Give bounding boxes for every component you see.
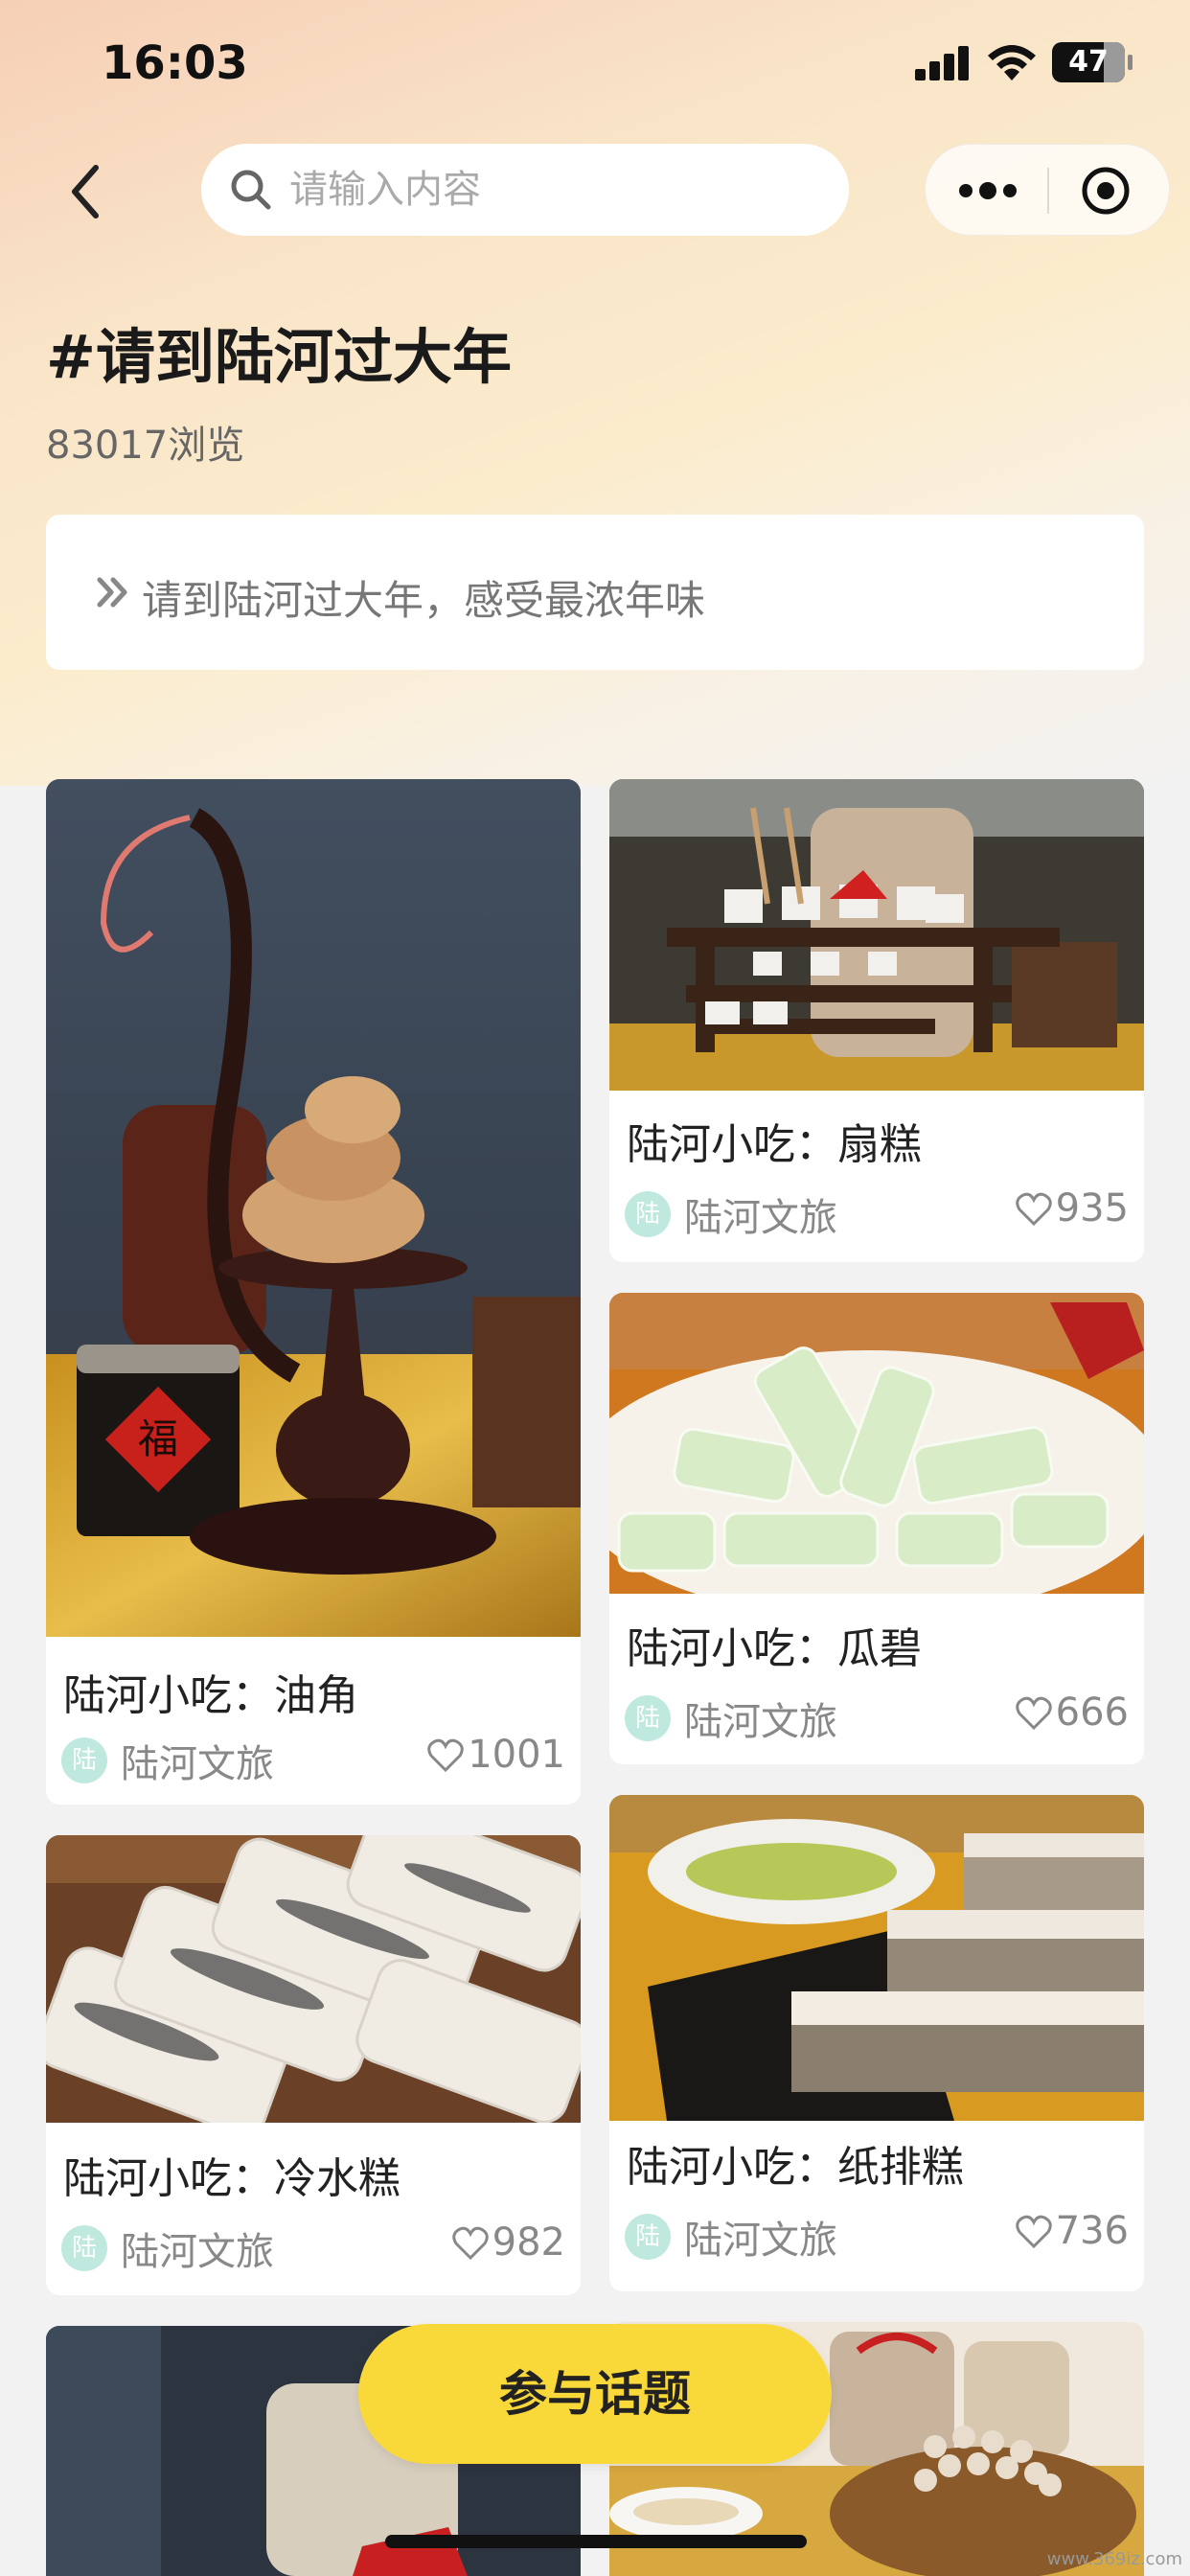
post-card[interactable]: 陆河小吃：纸排糕 陆 陆河文旅 736 <box>609 1795 1144 2291</box>
battery-level: 47 <box>1068 45 1109 79</box>
like-count-value: 736 <box>1055 2209 1129 2253</box>
like-count-value: 1001 <box>468 1733 565 1777</box>
author-avatar: 陆 <box>625 2214 671 2260</box>
post-card[interactable]: 福 陆河小吃：油角 陆 陆河文旅 1001 <box>46 779 581 1805</box>
heart-icon <box>451 2226 489 2261</box>
heart-icon <box>1015 2215 1052 2249</box>
like-count[interactable]: 1001 <box>427 1733 565 1777</box>
capsule-divider <box>1047 168 1049 214</box>
heart-icon <box>1015 1192 1052 1227</box>
heart-icon <box>427 1738 464 1773</box>
status-bar: 16:03 47 <box>0 0 1190 125</box>
post-title: 陆河小吃：油角 <box>63 1671 358 1720</box>
author-name: 陆河文旅 <box>684 1196 837 1240</box>
home-indicator[interactable] <box>385 2535 807 2548</box>
view-count: 83017浏览 <box>46 414 244 470</box>
heart-icon <box>1015 1696 1052 1731</box>
like-count-value: 935 <box>1055 1186 1129 1230</box>
topic-title: #请到陆河过大年 <box>46 322 512 392</box>
post-title: 陆河小吃：瓜碧 <box>627 1624 922 1673</box>
post-photo <box>609 1293 1144 1594</box>
like-count[interactable]: 935 <box>1015 1186 1129 1230</box>
close-miniapp-icon[interactable] <box>1079 164 1133 218</box>
author-name: 陆河文旅 <box>684 1700 837 1744</box>
double-chevron-right-icon <box>97 577 127 608</box>
topic-description-box: 请到陆河过大年，感受最浓年味 <box>46 515 1144 670</box>
status-time: 16:03 <box>102 36 248 90</box>
like-count[interactable]: 982 <box>451 2220 565 2265</box>
author-avatar: 陆 <box>625 1191 671 1237</box>
watermark: www.369iz.com <box>1046 2549 1182 2569</box>
like-count[interactable]: 666 <box>1015 1690 1129 1735</box>
more-icon[interactable] <box>954 173 1021 208</box>
post-photo: 福 <box>46 779 581 1637</box>
battery-icon: 47 <box>1052 42 1133 82</box>
post-photo <box>46 1835 581 2123</box>
author-avatar: 陆 <box>625 1695 671 1741</box>
svg-text:福: 福 <box>138 1415 178 1462</box>
like-count[interactable]: 736 <box>1015 2209 1129 2253</box>
search-icon <box>231 170 271 210</box>
signal-icon <box>915 46 969 80</box>
post-photo <box>609 1795 1144 2121</box>
post-title: 陆河小吃：扇糕 <box>627 1120 922 1169</box>
author-name: 陆河文旅 <box>121 2230 274 2274</box>
miniapp-capsule <box>925 144 1170 236</box>
join-topic-button[interactable]: 参与话题 <box>358 2324 832 2464</box>
author-avatar: 陆 <box>61 2225 107 2271</box>
author-name: 陆河文旅 <box>684 2219 837 2263</box>
like-count-value: 666 <box>1055 1690 1129 1735</box>
search-input[interactable] <box>289 161 826 218</box>
post-card[interactable]: 陆河小吃：扇糕 陆 陆河文旅 935 <box>609 779 1144 1262</box>
post-title: 陆河小吃：纸排糕 <box>627 2143 964 2192</box>
search-bar[interactable] <box>201 144 849 236</box>
wifi-icon <box>988 45 1036 80</box>
post-card[interactable]: 陆河小吃：冷水糕 陆 陆河文旅 982 <box>46 1835 581 2295</box>
back-arrow-icon[interactable] <box>57 158 115 225</box>
topic-description: 请到陆河过大年，感受最浓年味 <box>142 577 706 624</box>
post-card[interactable]: 陆河小吃：瓜碧 陆 陆河文旅 666 <box>609 1293 1144 1764</box>
view-count-label: 浏览 <box>168 424 245 468</box>
author-name: 陆河文旅 <box>121 1742 274 1786</box>
post-photo <box>609 779 1144 1091</box>
post-title: 陆河小吃：冷水糕 <box>63 2154 400 2203</box>
author-avatar: 陆 <box>61 1737 107 1783</box>
view-count-number: 83017 <box>46 424 169 468</box>
like-count-value: 982 <box>492 2220 565 2265</box>
